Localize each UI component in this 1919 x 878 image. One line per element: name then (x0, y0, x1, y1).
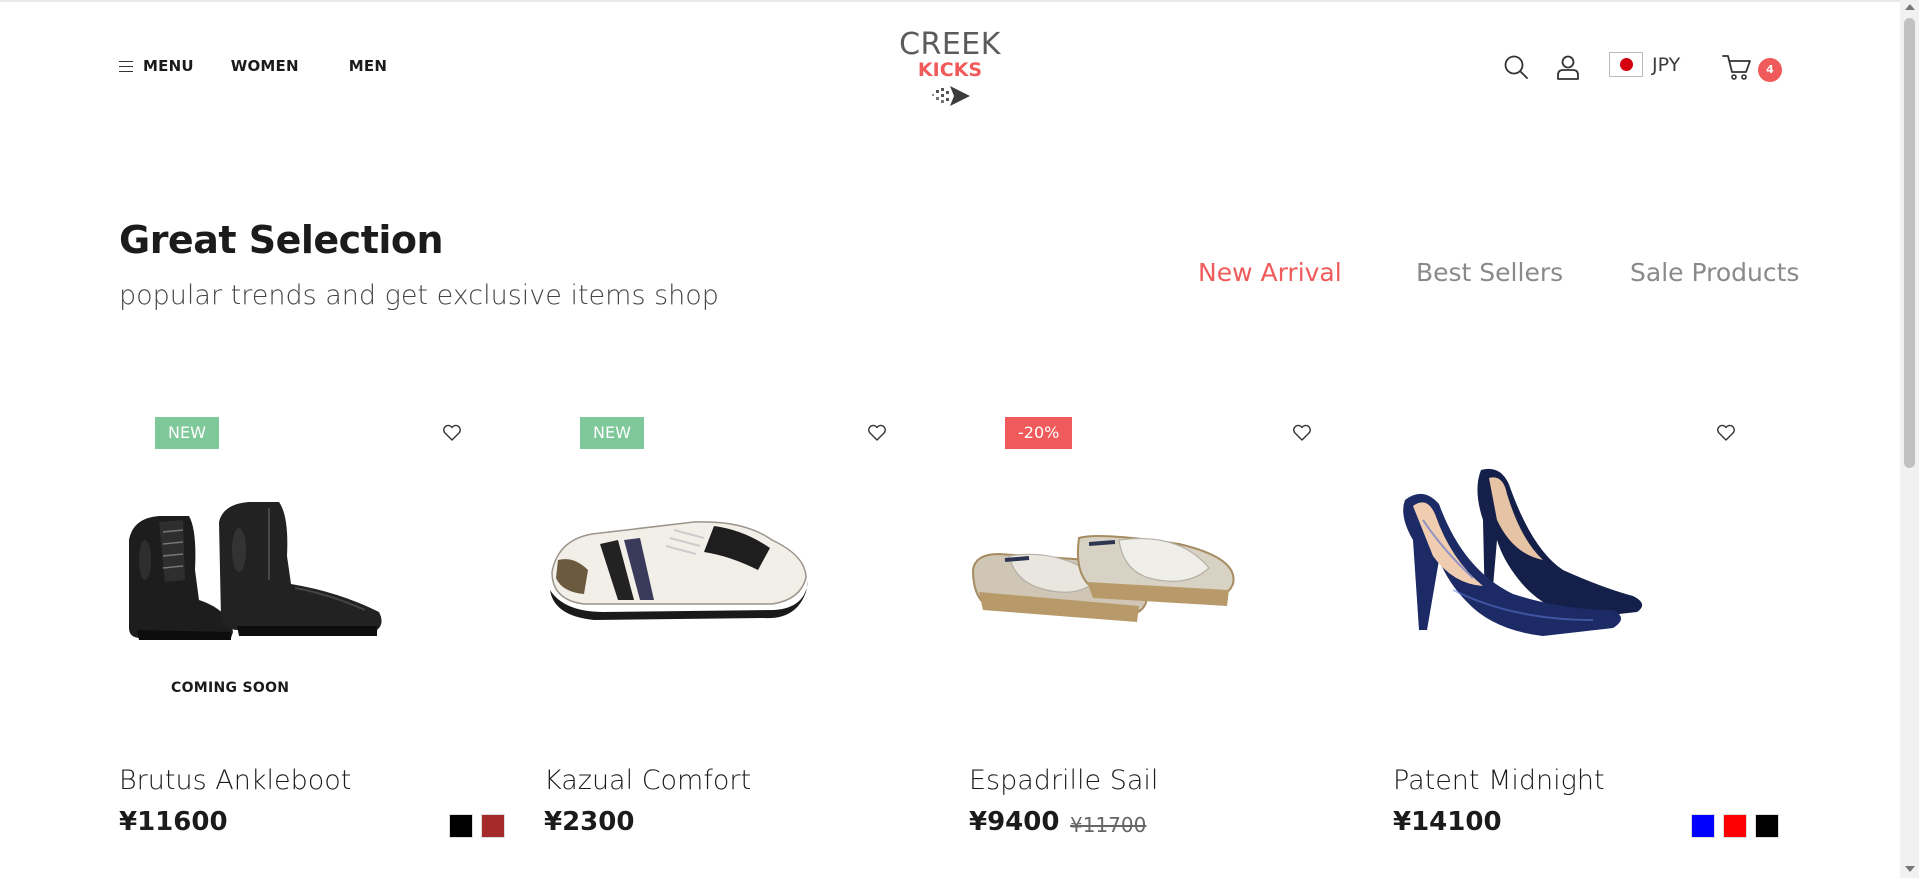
japan-flag-icon (1609, 52, 1643, 77)
currency-label: JPY (1652, 53, 1681, 76)
product-card: -20% Espadrille Sail ¥9400 ¥11700 (969, 410, 1359, 850)
scroll-down-arrow-icon[interactable] (1905, 866, 1915, 872)
color-swatches (441, 814, 505, 838)
color-swatches (1683, 814, 1779, 838)
color-swatch-black[interactable] (1755, 814, 1779, 838)
product-image-sneaker[interactable] (544, 460, 934, 710)
product-name[interactable]: Kazual Comfort (544, 765, 751, 796)
cart-icon[interactable] (1722, 53, 1752, 81)
wishlist-heart-icon[interactable] (1716, 424, 1736, 442)
scrollbar-thumb[interactable] (1904, 18, 1915, 468)
product-price: ¥9400 (969, 807, 1060, 837)
product-price: ¥11600 (119, 807, 228, 837)
section-title: Great Selection (119, 218, 444, 262)
header-actions: JPY 4 (0, 48, 1900, 88)
product-image-pumps[interactable] (1393, 460, 1783, 710)
product-price: ¥14100 (1393, 807, 1502, 837)
search-icon[interactable] (1503, 54, 1529, 80)
tab-new-arrival[interactable]: New Arrival (1198, 258, 1342, 287)
product-image-ankle-boots[interactable] (119, 460, 509, 710)
user-icon[interactable] (1555, 54, 1581, 80)
product-card: Patent Midnight ¥14100 (1393, 410, 1783, 850)
product-image-espadrille[interactable] (969, 460, 1359, 710)
product-badge: NEW (580, 417, 644, 449)
product-badge: NEW (155, 417, 219, 449)
cart-count-badge: 4 (1758, 58, 1782, 82)
section-subtitle: popular trends and get exclusive items s… (119, 280, 719, 311)
tab-sale-products[interactable]: Sale Products (1630, 258, 1799, 287)
product-name[interactable]: Patent Midnight (1393, 765, 1605, 796)
discount-badge: -20% (1005, 417, 1073, 449)
page-scrollbar[interactable] (1900, 0, 1919, 878)
wishlist-heart-icon[interactable] (867, 424, 887, 442)
color-swatch-black[interactable] (449, 814, 473, 838)
product-card: NEW Kazual Comfort ¥2300 (544, 410, 934, 850)
product-card: NEW COMING SOON Brutus Ankleboot ¥11600 (119, 410, 509, 850)
product-name[interactable]: Espadrille Sail (969, 765, 1158, 796)
wishlist-heart-icon[interactable] (1292, 424, 1312, 442)
color-swatch-brown[interactable] (481, 814, 505, 838)
product-price: ¥2300 (544, 807, 635, 837)
original-price: ¥11700 (1070, 813, 1147, 837)
wishlist-heart-icon[interactable] (442, 424, 462, 442)
tab-best-sellers[interactable]: Best Sellers (1416, 258, 1563, 287)
coming-soon-label: COMING SOON (171, 680, 290, 696)
product-name[interactable]: Brutus Ankleboot (119, 765, 351, 796)
currency-selector[interactable]: JPY (1609, 52, 1680, 77)
scroll-up-arrow-icon[interactable] (1905, 4, 1915, 10)
site-header: MENU WOMEN MEN CREEK KICKS JPY 4 (0, 0, 1900, 140)
color-swatch-blue[interactable] (1691, 814, 1715, 838)
color-swatch-red[interactable] (1723, 814, 1747, 838)
